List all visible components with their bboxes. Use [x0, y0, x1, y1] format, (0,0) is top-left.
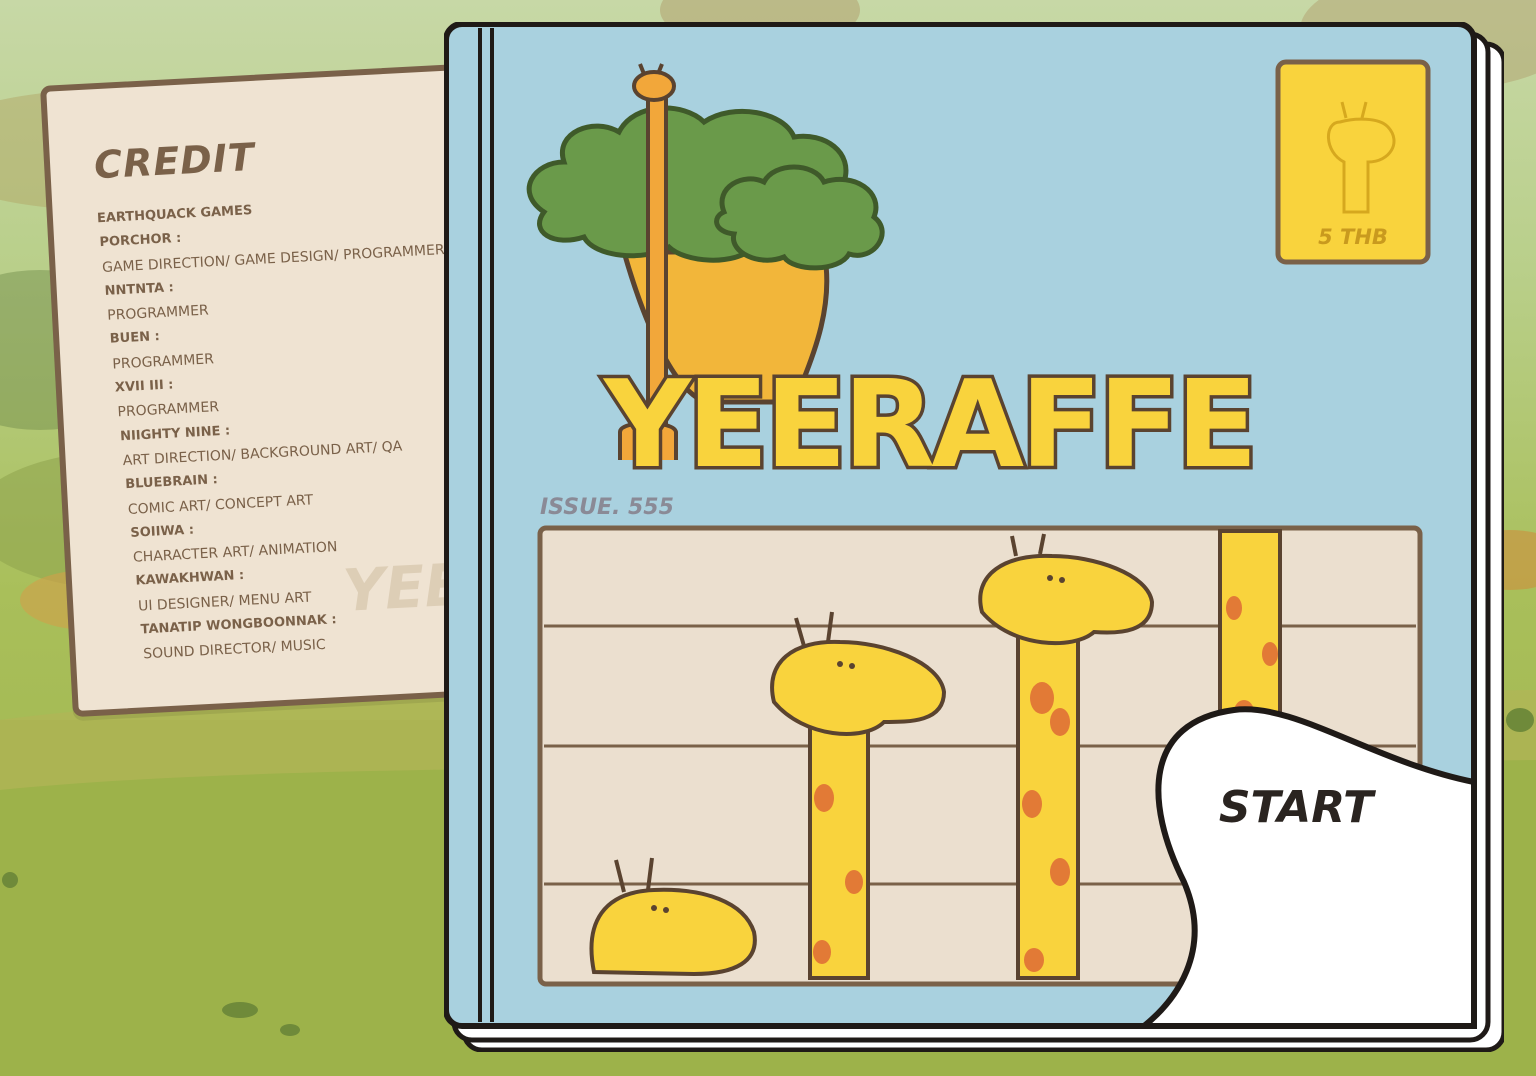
price-label: 5 THB [1318, 225, 1388, 249]
credits-title: CREDIT [93, 134, 256, 188]
price-tag: 5 THB [1275, 59, 1431, 265]
comic-book-cover: YEERAFFE 5 THB ISSUE. 555 START [444, 22, 1504, 1052]
start-label: START [1219, 782, 1376, 833]
game-logo: YEERAFFE [602, 356, 1254, 495]
issue-label: ISSUE. 555 [540, 495, 674, 520]
